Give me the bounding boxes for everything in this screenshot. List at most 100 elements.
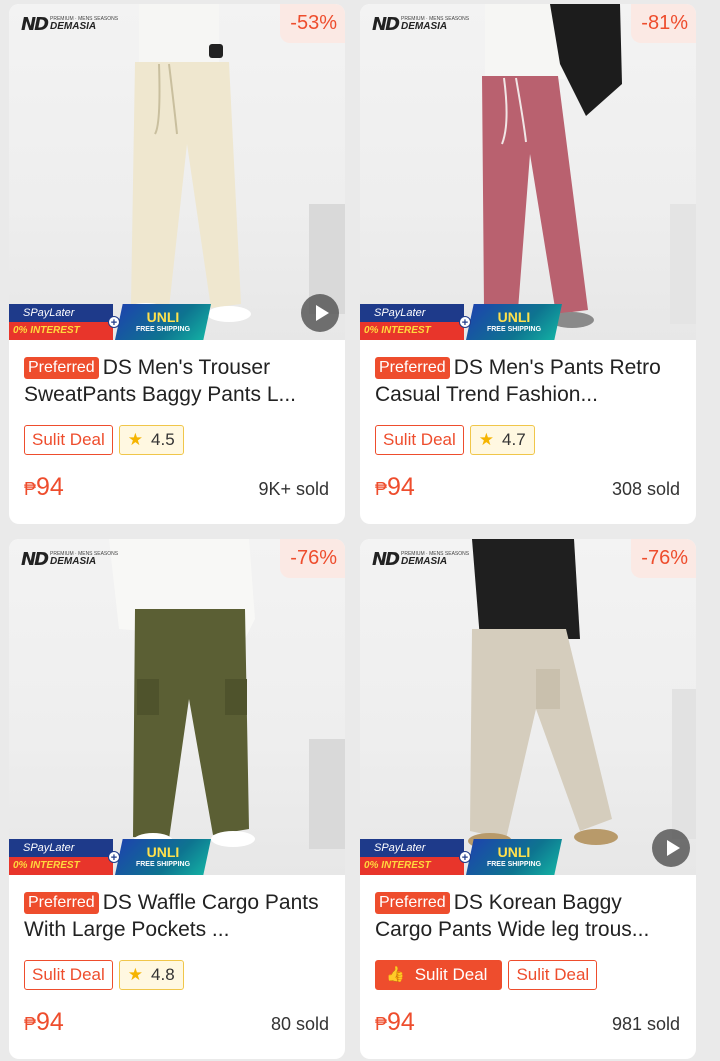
sulit-deal-promo-tag: 👍 Sulit Deal (375, 960, 503, 990)
brand-mark: ND (372, 14, 400, 35)
product-image[interactable]: ND PREMIUM · MENS SEASONS DEMASIA -53% S… (9, 4, 345, 340)
sold-count: 9K+ sold (258, 479, 329, 499)
interest-label: 0% INTEREST (9, 857, 113, 875)
currency-symbol: ₱ (375, 479, 388, 499)
sulit-deal-tag: Sulit Deal (24, 960, 113, 990)
spaylater-label: SPayLater (360, 839, 464, 857)
product-info: Preferred DS Korean Baggy Cargo Pants Wid… (360, 875, 696, 1037)
product-card[interactable]: ND PREMIUM · MENS SEASONS DEMASIA -76% S… (360, 539, 696, 1059)
spaylater-label: SPayLater (360, 304, 464, 322)
rating-value: 4.7 (502, 430, 526, 449)
product-card[interactable]: ND PREMIUM · MENS SEASONS DEMASIA -53% S… (9, 4, 345, 524)
product-info: Preferred DS Waffle Cargo Pants With Larg… (9, 875, 345, 1037)
brand-mark: ND (21, 549, 49, 570)
thumbs-up-icon: 👍 (386, 966, 405, 983)
unli-label: UNLI (146, 844, 180, 860)
interest-label: 0% INTEREST (360, 322, 464, 340)
sold-count: 80 sold (270, 1014, 329, 1034)
star-icon: ★ (127, 965, 144, 984)
product-photo (126, 4, 345, 322)
product-image[interactable]: ND PREMIUM · MENS SEASONS DEMASIA -81% S… (360, 4, 696, 340)
discount-badge: -76% (631, 539, 696, 578)
product-price: ₱94 (24, 1008, 64, 1037)
plus-icon: + (459, 851, 471, 864)
preferred-badge: Preferred (375, 357, 450, 379)
unli-label: UNLI (146, 309, 180, 325)
play-video-icon[interactable] (301, 294, 339, 332)
brand-name: DEMASIA (401, 21, 448, 32)
brand-name: DEMASIA (50, 21, 97, 32)
product-photo (109, 539, 345, 849)
sold-count: 308 sold (611, 479, 680, 499)
product-title[interactable]: Preferred DS Waffle Cargo Pants With Larg… (24, 889, 329, 943)
plus-icon: + (108, 316, 120, 329)
interest-label: 0% INTEREST (360, 857, 464, 875)
star-icon: ★ (478, 430, 495, 449)
rating-badge: ★ 4.8 (118, 960, 184, 990)
brand-logo: ND PREMIUM · MENS SEASONS DEMASIA (372, 14, 469, 35)
product-price: ₱94 (375, 1008, 415, 1037)
free-shipping-label: FREE SHIPPING (135, 326, 191, 333)
rating-value: 4.5 (151, 430, 175, 449)
sulit-deal-tag: Sulit Deal (24, 425, 113, 455)
product-price: ₱94 (375, 473, 415, 502)
product-tags: Sulit Deal ★ 4.8 (24, 960, 329, 992)
product-title[interactable]: Preferred DS Korean Baggy Cargo Pants Wid… (375, 889, 680, 943)
brand-mark: ND (372, 549, 400, 570)
free-shipping-label: FREE SHIPPING (486, 861, 542, 868)
promo-banner: SPayLater 0% INTEREST + UNLI FREE SHIPPI… (360, 839, 562, 875)
unli-label: UNLI (497, 309, 531, 325)
product-tags: Sulit Deal ★ 4.5 (24, 425, 329, 457)
sold-count: 981 sold (611, 1014, 680, 1034)
plus-icon: + (459, 316, 471, 329)
plus-icon: + (108, 851, 120, 864)
brand-logo: ND PREMIUM · MENS SEASONS DEMASIA (21, 549, 118, 570)
product-price: ₱94 (24, 473, 64, 502)
play-video-icon[interactable] (652, 829, 690, 867)
preferred-badge: Preferred (24, 357, 99, 379)
promo-banner: SPayLater 0% INTEREST + UNLI FREE SHIPPI… (9, 304, 211, 340)
brand-logo: ND PREMIUM · MENS SEASONS DEMASIA (21, 14, 118, 35)
star-icon: ★ (127, 430, 144, 449)
product-grid: ND PREMIUM · MENS SEASONS DEMASIA -53% S… (0, 0, 720, 1061)
product-photo (468, 539, 696, 849)
promo-banner: SPayLater 0% INTEREST + UNLI FREE SHIPPI… (360, 304, 562, 340)
unli-label: UNLI (497, 844, 531, 860)
product-tags: Sulit Deal ★ 4.7 (375, 425, 680, 457)
preferred-badge: Preferred (375, 892, 450, 914)
rating-value: 4.8 (151, 965, 175, 984)
spaylater-label: SPayLater (9, 304, 113, 322)
preferred-badge: Preferred (24, 892, 99, 914)
product-photo (482, 4, 696, 328)
price-value: 94 (387, 1008, 415, 1036)
currency-symbol: ₱ (375, 1014, 388, 1034)
product-image[interactable]: ND PREMIUM · MENS SEASONS DEMASIA -76% S… (9, 539, 345, 875)
promo-banner: SPayLater 0% INTEREST + UNLI FREE SHIPPI… (9, 839, 211, 875)
product-info: Preferred DS Men's Pants Retro Casual Tre… (360, 340, 696, 502)
product-image[interactable]: ND PREMIUM · MENS SEASONS DEMASIA -76% S… (360, 539, 696, 875)
sulit-deal-tag: Sulit Deal (508, 960, 598, 990)
free-shipping-label: FREE SHIPPING (135, 861, 191, 868)
sulit-deal-promo-label: Sulit Deal (414, 965, 488, 984)
product-card[interactable]: ND PREMIUM · MENS SEASONS DEMASIA -81% S… (360, 4, 696, 524)
brand-mark: ND (21, 14, 49, 35)
brand-name: DEMASIA (401, 556, 448, 567)
discount-badge: -53% (280, 4, 345, 43)
price-value: 94 (36, 1008, 64, 1036)
rating-badge: ★ 4.5 (118, 425, 184, 455)
currency-symbol: ₱ (24, 479, 37, 499)
price-value: 94 (36, 473, 64, 501)
spaylater-label: SPayLater (9, 839, 113, 857)
product-title[interactable]: Preferred DS Men's Pants Retro Casual Tre… (375, 354, 680, 408)
discount-badge: -76% (280, 539, 345, 578)
product-info: Preferred DS Men's Trouser SweatPants Bag… (9, 340, 345, 502)
interest-label: 0% INTEREST (9, 322, 113, 340)
free-shipping-label: FREE SHIPPING (486, 326, 542, 333)
sulit-deal-tag: Sulit Deal (375, 425, 464, 455)
rating-badge: ★ 4.7 (469, 425, 535, 455)
product-title[interactable]: Preferred DS Men's Trouser SweatPants Bag… (24, 354, 329, 408)
product-card[interactable]: ND PREMIUM · MENS SEASONS DEMASIA -76% S… (9, 539, 345, 1059)
currency-symbol: ₱ (24, 1014, 37, 1034)
product-tags: 👍 Sulit Deal Sulit Deal (375, 960, 680, 992)
price-value: 94 (387, 473, 415, 501)
